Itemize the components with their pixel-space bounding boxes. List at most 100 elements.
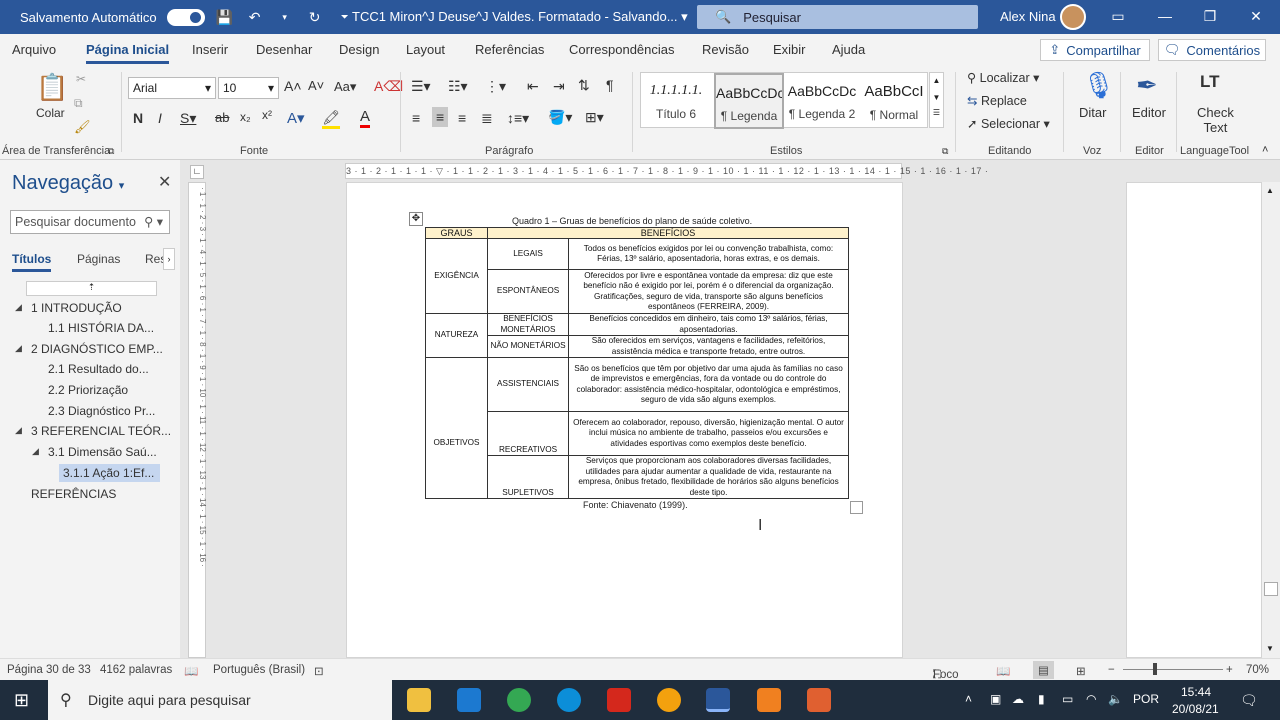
find-button[interactable]: ⚲ Localizar ▾ bbox=[967, 70, 1039, 85]
type-cell[interactable]: ASSISTENCIAIS bbox=[487, 357, 569, 412]
tab-paginas[interactable]: Páginas bbox=[77, 252, 120, 266]
clock-date[interactable]: 20/08/21 bbox=[1172, 702, 1219, 716]
word-count[interactable]: 4162 palavras bbox=[100, 664, 172, 676]
wifi-icon[interactable]: ◠ bbox=[1086, 692, 1096, 706]
replace-button[interactable]: ⇆ Replace bbox=[967, 93, 1027, 108]
align-right-icon[interactable]: ≡ bbox=[458, 110, 466, 126]
font-size-field[interactable]: 10 ▾ bbox=[218, 77, 279, 99]
chevron-up-icon[interactable]: ▲ bbox=[1266, 186, 1274, 195]
tab-revisao[interactable]: Revisão bbox=[702, 42, 749, 57]
gallery-scroll[interactable]: ▲ ▼ ☰ bbox=[929, 72, 944, 128]
acrobat-icon[interactable] bbox=[607, 688, 631, 712]
chevron-down-icon[interactable]: ▾ bbox=[119, 180, 125, 192]
desc-cell[interactable]: Todos os benefícios exigidos por lei ou … bbox=[568, 238, 849, 270]
tab-arquivo[interactable]: Arquivo bbox=[12, 42, 56, 57]
next-page[interactable] bbox=[1126, 182, 1262, 658]
style-legenda2[interactable]: AaBbCcDc ¶ Legenda 2 bbox=[787, 73, 857, 129]
dialog-launcher-icon[interactable]: ⧉ bbox=[942, 146, 948, 157]
editor-button[interactable]: Editor bbox=[1132, 105, 1166, 120]
format-painter-icon[interactable]: 🖌 bbox=[74, 119, 91, 135]
nav-search-input[interactable]: Pesquisar documento ⚲ ▾ bbox=[10, 210, 170, 234]
dialog-launcher-icon[interactable]: ⧉ bbox=[108, 146, 114, 157]
collapse-triangle-icon[interactable]: ◢ bbox=[15, 343, 22, 354]
type-cell[interactable]: RECREATIVOS bbox=[487, 411, 569, 456]
change-case-icon[interactable]: Aa▾ bbox=[334, 79, 356, 95]
justify-icon[interactable]: ≣ bbox=[481, 110, 493, 127]
tab-ajuda[interactable]: Ajuda bbox=[832, 42, 865, 57]
tab-titulos[interactable]: Títulos bbox=[12, 252, 52, 272]
nav-item-diagnostico-pr[interactable]: 2.3 Diagnóstico Pr... bbox=[48, 404, 155, 418]
table-caption[interactable]: Quadro 1 – Gruas de benefícios do plano … bbox=[512, 216, 752, 226]
group-cell[interactable]: EXIGÊNCIA bbox=[425, 238, 488, 314]
nav-item-acao1[interactable]: 3.1.1 Ação 1:Ef... bbox=[59, 464, 161, 482]
shrink-font-icon[interactable]: A˅ bbox=[308, 78, 324, 93]
horizontal-ruler[interactable]: 3 · 1 · 2 · 1 · 1 · 1 · ▽ · 1 · 1 · 2 · … bbox=[345, 163, 988, 179]
text-effects-icon[interactable]: A▾ bbox=[287, 109, 305, 127]
macro-icon[interactable]: ⊡ bbox=[314, 664, 324, 678]
restore-icon[interactable]: ❐ bbox=[1200, 8, 1220, 25]
cloud-icon[interactable]: ☁ bbox=[1012, 692, 1024, 706]
style-normal[interactable]: AaBbCcI ¶ Normal bbox=[859, 73, 929, 129]
tray-icon[interactable]: ▣ bbox=[990, 692, 1001, 706]
nav-item-dimensao[interactable]: 3.1 Dimensão Saú... bbox=[48, 445, 157, 459]
nav-item-referencias[interactable]: REFERÊNCIAS bbox=[31, 487, 116, 501]
minimize-icon[interactable]: — bbox=[1155, 8, 1175, 24]
group-cell[interactable]: OBJETIVOS bbox=[425, 357, 488, 499]
type-cell[interactable]: LEGAIS bbox=[487, 238, 569, 270]
close-icon[interactable]: ✕ bbox=[1246, 8, 1266, 25]
superscript-button[interactable]: x² bbox=[262, 108, 272, 122]
collapse-ribbon-icon[interactable]: ˄ bbox=[1262, 144, 1268, 156]
user-name[interactable]: Alex Nina bbox=[1000, 9, 1056, 24]
page-count[interactable]: Página 30 de 33 bbox=[7, 664, 91, 676]
nav-item-resultado[interactable]: 2.1 Resultado do... bbox=[48, 362, 149, 376]
scroll-thumb[interactable] bbox=[1264, 582, 1278, 596]
type-cell[interactable]: BENEFÍCIOS MONETÁRIOS bbox=[487, 313, 569, 336]
chevron-down-icon[interactable]: ▾ bbox=[275, 12, 295, 23]
nav-item-historia[interactable]: 1.1 HISTÓRIA DA... bbox=[48, 321, 154, 335]
increase-indent-icon[interactable]: ⇥ bbox=[553, 78, 565, 95]
input-language[interactable]: POR bbox=[1133, 692, 1159, 706]
chevron-right-icon[interactable]: › bbox=[163, 248, 175, 270]
edge-icon[interactable] bbox=[557, 688, 581, 712]
tab-exibir[interactable]: Exibir bbox=[773, 42, 806, 57]
highlight-icon[interactable]: 🖍 bbox=[322, 109, 340, 129]
collapse-triangle-icon[interactable]: ◢ bbox=[15, 425, 22, 436]
app-icon[interactable] bbox=[807, 688, 831, 712]
zoom-level[interactable]: 70% bbox=[1246, 664, 1269, 676]
tab-layout[interactable]: Layout bbox=[406, 42, 445, 57]
desc-cell[interactable]: São oferecidos em serviços, vantagens e … bbox=[568, 335, 849, 358]
collapse-triangle-icon[interactable]: ◢ bbox=[32, 446, 39, 457]
media-player-icon[interactable] bbox=[657, 688, 681, 712]
ribbon-display-icon[interactable]: ▭ bbox=[1108, 8, 1128, 25]
volume-icon[interactable]: 🔈 bbox=[1108, 692, 1123, 706]
align-center-icon[interactable]: ≡ bbox=[432, 107, 449, 127]
save-icon[interactable]: 💾 bbox=[215, 9, 235, 26]
nav-item-referencial[interactable]: 3 REFERENCIAL TEÓR... bbox=[31, 424, 171, 438]
collapse-triangle-icon[interactable]: ◢ bbox=[15, 302, 22, 313]
avatar[interactable] bbox=[1060, 4, 1086, 30]
undo-icon[interactable]: ↶ bbox=[245, 9, 265, 26]
word-icon[interactable] bbox=[706, 688, 730, 712]
paste-button[interactable]: Colar bbox=[36, 106, 65, 120]
italic-button[interactable]: I bbox=[158, 110, 162, 126]
align-left-icon[interactable]: ≡ bbox=[412, 110, 420, 126]
chevron-up-icon[interactable]: ˄ bbox=[965, 692, 972, 706]
header-beneficios[interactable]: BENEFÍCIOS bbox=[487, 227, 849, 239]
shading-icon[interactable]: 🪣▾ bbox=[548, 109, 572, 126]
chevron-down-icon[interactable]: ▼ bbox=[930, 93, 943, 102]
close-icon[interactable]: ✕ bbox=[158, 172, 171, 192]
style-legenda[interactable]: AaBbCcDc ¶ Legenda bbox=[714, 73, 784, 129]
language[interactable]: Português (Brasil) bbox=[213, 664, 305, 676]
chevron-down-icon[interactable]: ▼ bbox=[1266, 644, 1274, 653]
style-titulo6[interactable]: 1.1.1.1.1. Título 6 bbox=[641, 73, 711, 129]
taskbar-search[interactable]: ⚲ Digite aqui para pesquisar bbox=[48, 680, 392, 720]
strikethrough-button[interactable]: ab bbox=[215, 110, 229, 125]
battery-status-icon[interactable]: ▮ bbox=[1038, 692, 1045, 706]
vertical-ruler[interactable]: · 1 · 1 · 2 · 3 · 1 · 4 · 1 · 5 · 1 · 6 … bbox=[188, 182, 207, 658]
type-cell[interactable]: NÃO MONETÁRIOS bbox=[487, 335, 569, 358]
tab-selector[interactable]: ∟ bbox=[190, 165, 204, 179]
desc-cell[interactable]: Benefícios concedidos em dinheiro, tais … bbox=[568, 313, 849, 336]
web-layout-icon[interactable]: ⊞ bbox=[1076, 664, 1086, 678]
clear-format-icon[interactable]: A⌫ bbox=[374, 78, 403, 95]
read-mode-icon[interactable]: 📖 bbox=[996, 664, 1010, 678]
